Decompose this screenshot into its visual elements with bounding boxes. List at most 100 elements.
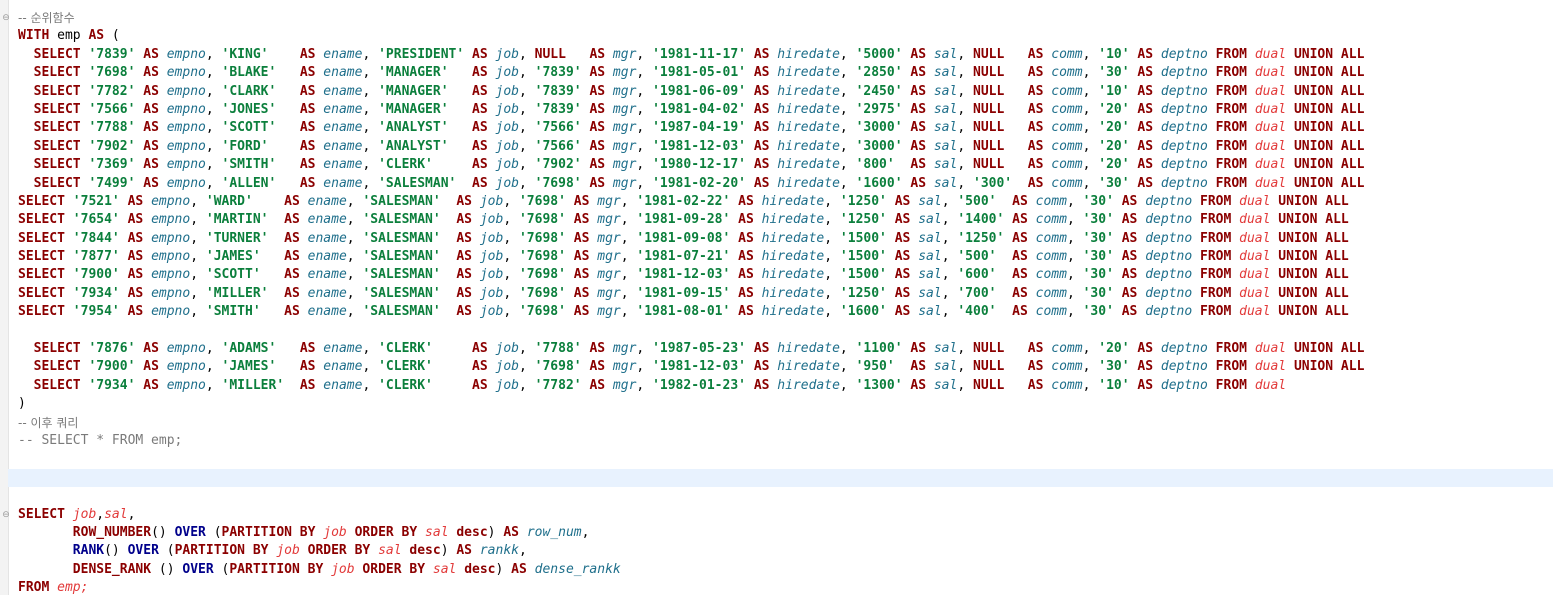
- code-token: '7900': [72, 267, 120, 283]
- code-line[interactable]: SELECT '7499' AS empno, 'ALLEN' AS ename…: [18, 175, 1553, 193]
- code-line[interactable]: WITH emp AS (: [18, 27, 1553, 45]
- code-line[interactable]: SELECT '7698' AS empno, 'BLAKE' AS ename…: [18, 64, 1553, 82]
- code-token: '1981-02-20': [652, 175, 746, 191]
- code-token: ,: [518, 101, 535, 117]
- code-token: dual: [1254, 138, 1287, 154]
- code-token: comm: [1035, 304, 1067, 320]
- code-token: ename: [323, 341, 363, 357]
- code-token: ename: [323, 377, 363, 393]
- code-token: ,: [346, 193, 363, 209]
- code-token: comm: [1035, 193, 1067, 209]
- code-line[interactable]: ROW_NUMBER() OVER (PARTITION BY job ORDE…: [18, 524, 1553, 542]
- code-token: AS: [1027, 359, 1044, 375]
- code-line[interactable]: SELECT '7566' AS empno, 'JONES' AS ename…: [18, 101, 1553, 119]
- code-token: comm: [1051, 46, 1083, 62]
- code-token: job: [479, 304, 504, 320]
- code-token: AS: [910, 157, 927, 173]
- code-token: ,: [205, 65, 222, 81]
- code-token: ,: [824, 230, 840, 246]
- code-line[interactable]: SELECT '7654' AS empno, 'MARTIN' AS enam…: [18, 211, 1553, 229]
- code-token: deptno: [1145, 304, 1193, 320]
- code-line[interactable]: SELECT '7369' AS empno, 'SMITH' AS ename…: [18, 156, 1553, 174]
- code-token: ,: [346, 212, 363, 228]
- code-line[interactable]: SELECT '7900' AS empno, 'SCOTT' AS ename…: [18, 266, 1553, 284]
- code-token: ,: [839, 157, 856, 173]
- code-area[interactable]: ⊖ -- 순위함수 WITH emp AS ( SELECT '7839' AS e…: [2, 9, 1553, 598]
- code-token: '300': [973, 175, 1020, 191]
- code-token: ,: [839, 138, 856, 154]
- code-token: AS: [753, 377, 770, 393]
- code-token: '7698': [518, 267, 566, 283]
- code-line[interactable]: SELECT '7839' AS empno, 'KING' AS ename,…: [18, 46, 1553, 64]
- code-token: sal: [918, 193, 942, 209]
- code-token: 'JAMES': [221, 359, 292, 375]
- code-token: '20': [1098, 138, 1130, 154]
- code-token: hiredate: [777, 65, 840, 81]
- code-token: job: [331, 561, 355, 577]
- current-line[interactable]: [8, 468, 1553, 488]
- code-token: ename: [323, 359, 363, 375]
- code-line[interactable]: [18, 487, 1553, 505]
- code-token: AS: [456, 230, 473, 246]
- code-token: SELECT: [33, 157, 81, 173]
- code-token: ,: [518, 120, 535, 136]
- code-line[interactable]: RANK() OVER (PARTITION BY job ORDER BY s…: [18, 542, 1553, 560]
- code-token: AS: [1027, 341, 1044, 357]
- code-line[interactable]: SELECT '7900' AS empno, 'JAMES' AS ename…: [18, 358, 1553, 376]
- code-line[interactable]: [18, 322, 1553, 340]
- code-line[interactable]: -- SELECT * FROM emp;: [18, 432, 1553, 450]
- fold-toggle-icon[interactable]: ⊖: [2, 9, 10, 27]
- code-line[interactable]: [18, 450, 1553, 468]
- code-line[interactable]: SELECT '7934' AS empno, 'MILLER' AS enam…: [18, 377, 1553, 395]
- code-token: SELECT: [18, 249, 65, 265]
- code-token: FROM: [1200, 230, 1232, 246]
- code-line[interactable]: SELECT '7876' AS empno, 'ADAMS' AS ename…: [18, 340, 1553, 358]
- code-token: ,: [1082, 46, 1099, 62]
- code-token: sal: [933, 341, 958, 357]
- fold-toggle-icon[interactable]: ⊖: [2, 506, 10, 524]
- code-line[interactable]: SELECT '7877' AS empno, 'JAMES' AS ename…: [18, 248, 1553, 266]
- code-token: ,: [362, 157, 379, 173]
- code-token: '400': [957, 304, 1005, 320]
- code-token: ,: [190, 230, 206, 246]
- code-token: '500': [957, 249, 1005, 265]
- code-line[interactable]: ⊖ SELECT job,sal,: [2, 506, 1553, 524]
- code-line[interactable]: ): [18, 395, 1553, 413]
- code-token: (: [213, 561, 230, 577]
- code-line[interactable]: SELECT '7934' AS empno, 'MILLER' AS enam…: [18, 285, 1553, 303]
- code-line[interactable]: SELECT '7844' AS empno, 'TURNER' AS enam…: [18, 230, 1553, 248]
- code-token: AS: [738, 193, 754, 209]
- code-token: empno: [151, 193, 191, 209]
- code-line[interactable]: SELECT '7521' AS empno, 'WARD' AS ename,…: [18, 193, 1553, 211]
- code-token: AS: [573, 249, 590, 265]
- code-token: mgr: [597, 249, 621, 265]
- code-line[interactable]: ⊖ -- 순위함수: [2, 9, 1553, 27]
- code-line[interactable]: SELECT '7954' AS empno, 'SMITH' AS ename…: [18, 303, 1553, 321]
- code-token: ,: [957, 120, 973, 136]
- code-token: AS: [1121, 193, 1138, 209]
- code-line[interactable]: SELECT '7902' AS empno, 'FORD' AS ename,…: [18, 138, 1553, 156]
- code-token: sal: [933, 138, 958, 154]
- code-token: SELECT: [18, 212, 65, 228]
- code-line[interactable]: SELECT '7782' AS empno, 'CLARK' AS ename…: [18, 83, 1553, 101]
- code-line[interactable]: SELECT '7788' AS empno, 'SCOTT' AS ename…: [18, 119, 1553, 137]
- code-line[interactable]: -- 이후 쿼리: [18, 414, 1553, 432]
- code-line[interactable]: DENSE_RANK () OVER (PARTITION BY job ORD…: [18, 561, 1553, 579]
- sql-editor[interactable]: ⊖ -- 순위함수 WITH emp AS ( SELECT '7839' AS e…: [0, 0, 1553, 595]
